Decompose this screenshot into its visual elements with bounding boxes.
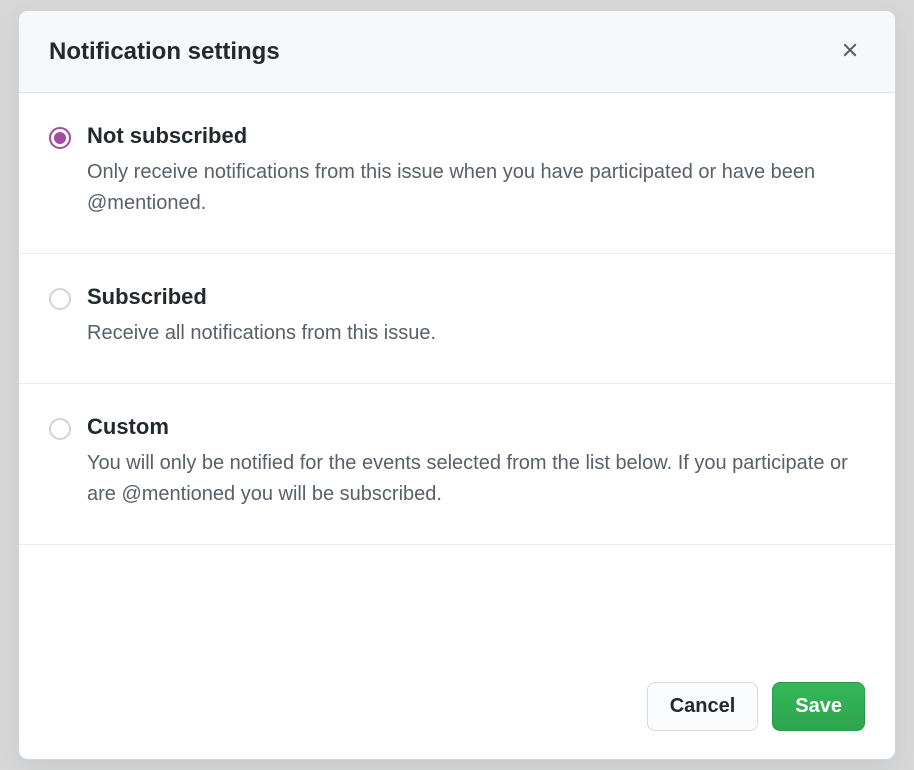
option-title: Custom	[87, 414, 865, 440]
option-description: Receive all notifications from this issu…	[87, 318, 865, 349]
option-description: Only receive notifications from this iss…	[87, 157, 865, 219]
options-list: Not subscribed Only receive notification…	[19, 93, 895, 658]
option-title: Subscribed	[87, 284, 865, 310]
close-icon	[839, 39, 861, 64]
close-button[interactable]	[835, 35, 865, 68]
modal-footer: Cancel Save	[19, 658, 895, 759]
save-button[interactable]: Save	[772, 682, 865, 731]
option-custom[interactable]: Custom You will only be notified for the…	[19, 384, 895, 545]
modal-title: Notification settings	[49, 38, 280, 66]
cancel-button[interactable]: Cancel	[647, 682, 759, 731]
radio-icon	[49, 127, 71, 149]
option-title: Not subscribed	[87, 123, 865, 149]
option-not-subscribed[interactable]: Not subscribed Only receive notification…	[19, 93, 895, 254]
radio-icon	[49, 288, 71, 310]
radio-icon	[49, 418, 71, 440]
modal-header: Notification settings	[19, 11, 895, 93]
option-subscribed[interactable]: Subscribed Receive all notifications fro…	[19, 254, 895, 384]
notification-settings-modal: Notification settings Not subscribed Onl…	[18, 10, 896, 760]
option-description: You will only be notified for the events…	[87, 448, 865, 510]
